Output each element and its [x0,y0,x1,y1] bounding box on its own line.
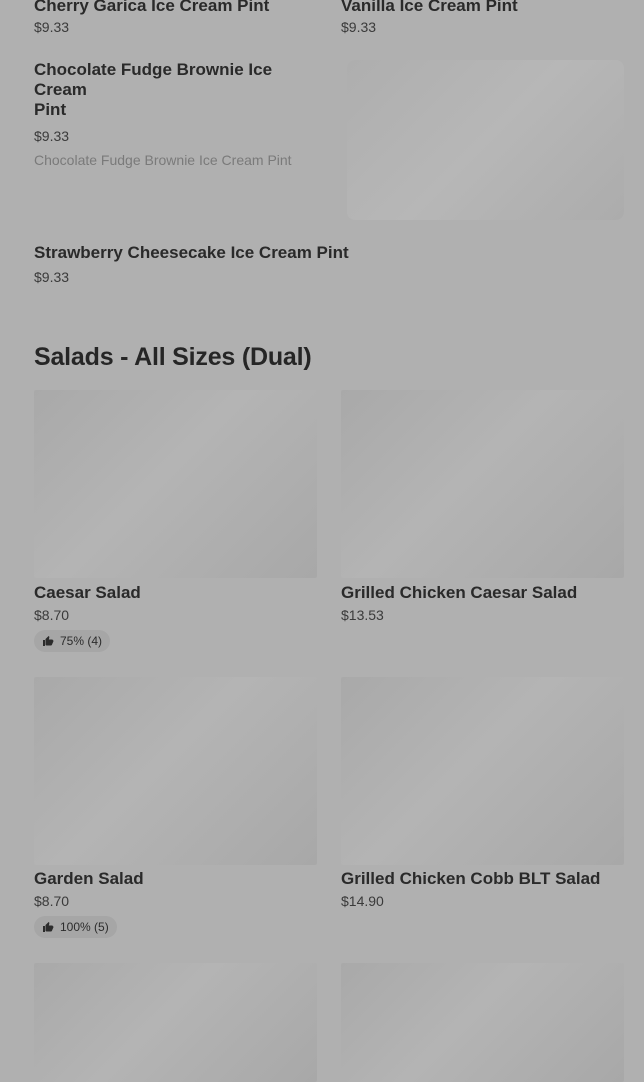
menu-item-image[interactable] [347,60,624,220]
menu-item-image[interactable] [341,390,624,578]
rating-text: 75% (4) [60,634,103,648]
thumbs-up-icon [42,921,54,933]
menu-item-title[interactable]: Vanilla Ice Cream Pint [341,0,518,16]
menu-page: Cherry Garica Ice Cream Pint $9.33 Vanil… [0,0,644,1082]
menu-item-price: $9.33 [341,19,377,35]
menu-item-price: $9.33 [34,128,70,144]
thumbs-up-icon [42,635,54,647]
menu-item-title[interactable]: Grilled Chicken Cobb BLT Salad [341,869,600,889]
menu-item-price: $13.53 [341,607,384,623]
menu-item-title[interactable]: Cherry Garica Ice Cream Pint [34,0,269,16]
menu-item-title[interactable]: Grilled Chicken Caesar Salad [341,583,577,603]
menu-item-featured[interactable]: Chocolate Fudge Brownie Ice Cream Pint $… [34,60,324,169]
menu-item-image[interactable] [341,677,624,865]
menu-item-price: $8.70 [34,893,70,909]
menu-item-price: $9.33 [34,269,70,285]
rating-text: 100% (5) [60,920,109,934]
menu-item-title: Chocolate Fudge Brownie Ice Cream Pint [34,60,273,119]
menu-item-title[interactable]: Garden Salad [34,869,144,889]
menu-item-title[interactable]: Strawberry Cheesecake Ice Cream Pint [34,243,349,263]
menu-item-price: $9.33 [34,19,70,35]
menu-item-price: $8.70 [34,607,70,623]
menu-item-image[interactable] [341,963,624,1082]
menu-item-image[interactable] [34,963,317,1082]
section-title: Salads - All Sizes (Dual) [34,343,312,371]
menu-item-title[interactable]: Caesar Salad [34,583,141,603]
rating-badge: 100% (5) [34,916,117,938]
menu-item-image[interactable] [34,390,317,578]
menu-item-image[interactable] [34,677,317,865]
rating-badge: 75% (4) [34,630,111,652]
menu-item-price: $14.90 [341,893,384,909]
menu-item-description: Chocolate Fudge Brownie Ice Cream Pint [34,152,292,168]
